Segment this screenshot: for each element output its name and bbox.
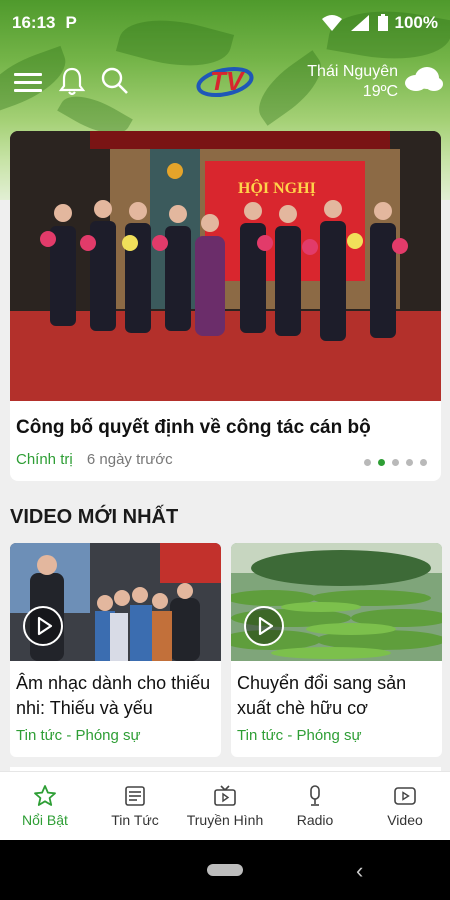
logo-text: TV: [210, 66, 246, 96]
carousel-indicator: [364, 459, 427, 466]
cloud-icon: [405, 67, 443, 91]
featured-title[interactable]: Công bố quyết định về công tác cán bộ: [16, 417, 371, 439]
weather-widget: Thái Nguyên 19ºC: [307, 62, 398, 102]
featured-meta: Chính trị 6 ngày trước: [16, 451, 173, 468]
app-bar: TV Thái Nguyên 19ºC: [0, 56, 450, 112]
search-icon[interactable]: [100, 66, 130, 96]
video-card[interactable]: Âm nhạc dành cho thiếu nhi: Thiếu và yếu…: [10, 543, 221, 757]
featured-category[interactable]: Chính trị: [16, 451, 73, 468]
tv-icon: [214, 785, 236, 806]
signal-icon: [350, 15, 369, 31]
star-icon: [34, 785, 56, 806]
video-thumbnail: [231, 543, 442, 661]
nav-label: Radio: [296, 812, 334, 828]
video-title[interactable]: Chuyển đổi sang sản xuất chè hữu cơ: [237, 671, 437, 721]
weather-temperature: 19ºC: [362, 83, 398, 100]
featured-article-card[interactable]: HỘI NGHỊ Công bố quyết định về công tác …: [10, 131, 441, 481]
nav-label: Truyền Hình: [186, 812, 264, 828]
nav-item-video[interactable]: Video: [360, 772, 450, 840]
nav-item-tin-tuc[interactable]: Tin Tức: [90, 772, 180, 840]
nav-item-truyen-hinh[interactable]: Truyền Hình: [180, 772, 270, 840]
featured-image: HỘI NGHỊ: [10, 131, 441, 401]
nav-item-radio[interactable]: Radio: [270, 772, 360, 840]
carousel-dot[interactable]: [420, 459, 427, 466]
battery-level: 100%: [394, 13, 438, 32]
video-thumbnail: [10, 543, 221, 661]
video-category[interactable]: Tin tức - Phóng sự: [16, 727, 141, 744]
nav-label: Video: [387, 812, 423, 828]
carrier-icon: P: [65, 13, 77, 32]
featured-time: 6 ngày trước: [86, 451, 173, 468]
status-bar: 16:13 P 100%: [0, 0, 450, 46]
play-button[interactable]: [23, 606, 63, 646]
microphone-icon: [310, 785, 320, 806]
nav-label: Nổi Bật: [22, 812, 68, 828]
nav-item-noi-bat[interactable]: Nổi Bật: [0, 772, 90, 840]
carousel-dot[interactable]: [406, 459, 413, 466]
carousel-dot-active[interactable]: [378, 459, 385, 466]
video-title[interactable]: Âm nhạc dành cho thiếu nhi: Thiếu và yếu: [16, 671, 216, 721]
nav-label: Tin Tức: [111, 812, 159, 828]
banner-text: HỘI NGHỊ: [238, 179, 316, 197]
status-time: 16:13: [12, 13, 56, 32]
menu-icon[interactable]: [14, 70, 42, 94]
carousel-dot[interactable]: [392, 459, 399, 466]
app-logo: TV: [194, 58, 256, 104]
section-title-latest-videos: VIDEO MỚI NHẤT: [10, 506, 179, 528]
system-navigation-bar: ‹: [0, 840, 450, 900]
bell-icon[interactable]: [58, 66, 86, 96]
weather-city: Thái Nguyên: [307, 63, 398, 80]
news-icon: [125, 786, 145, 806]
play-button[interactable]: [244, 606, 284, 646]
home-pill-button[interactable]: [207, 864, 243, 876]
wifi-icon: [321, 15, 342, 31]
video-play-icon: [394, 787, 416, 805]
bottom-navigation: Nổi Bật Tin Tức Truyền Hình Radio Video: [0, 771, 450, 840]
video-card[interactable]: Chuyển đổi sang sản xuất chè hữu cơ Tin …: [231, 543, 442, 757]
video-category[interactable]: Tin tức - Phóng sự: [237, 727, 362, 744]
battery-icon: [377, 14, 388, 31]
carousel-dot[interactable]: [364, 459, 371, 466]
back-icon[interactable]: ‹: [356, 858, 363, 884]
